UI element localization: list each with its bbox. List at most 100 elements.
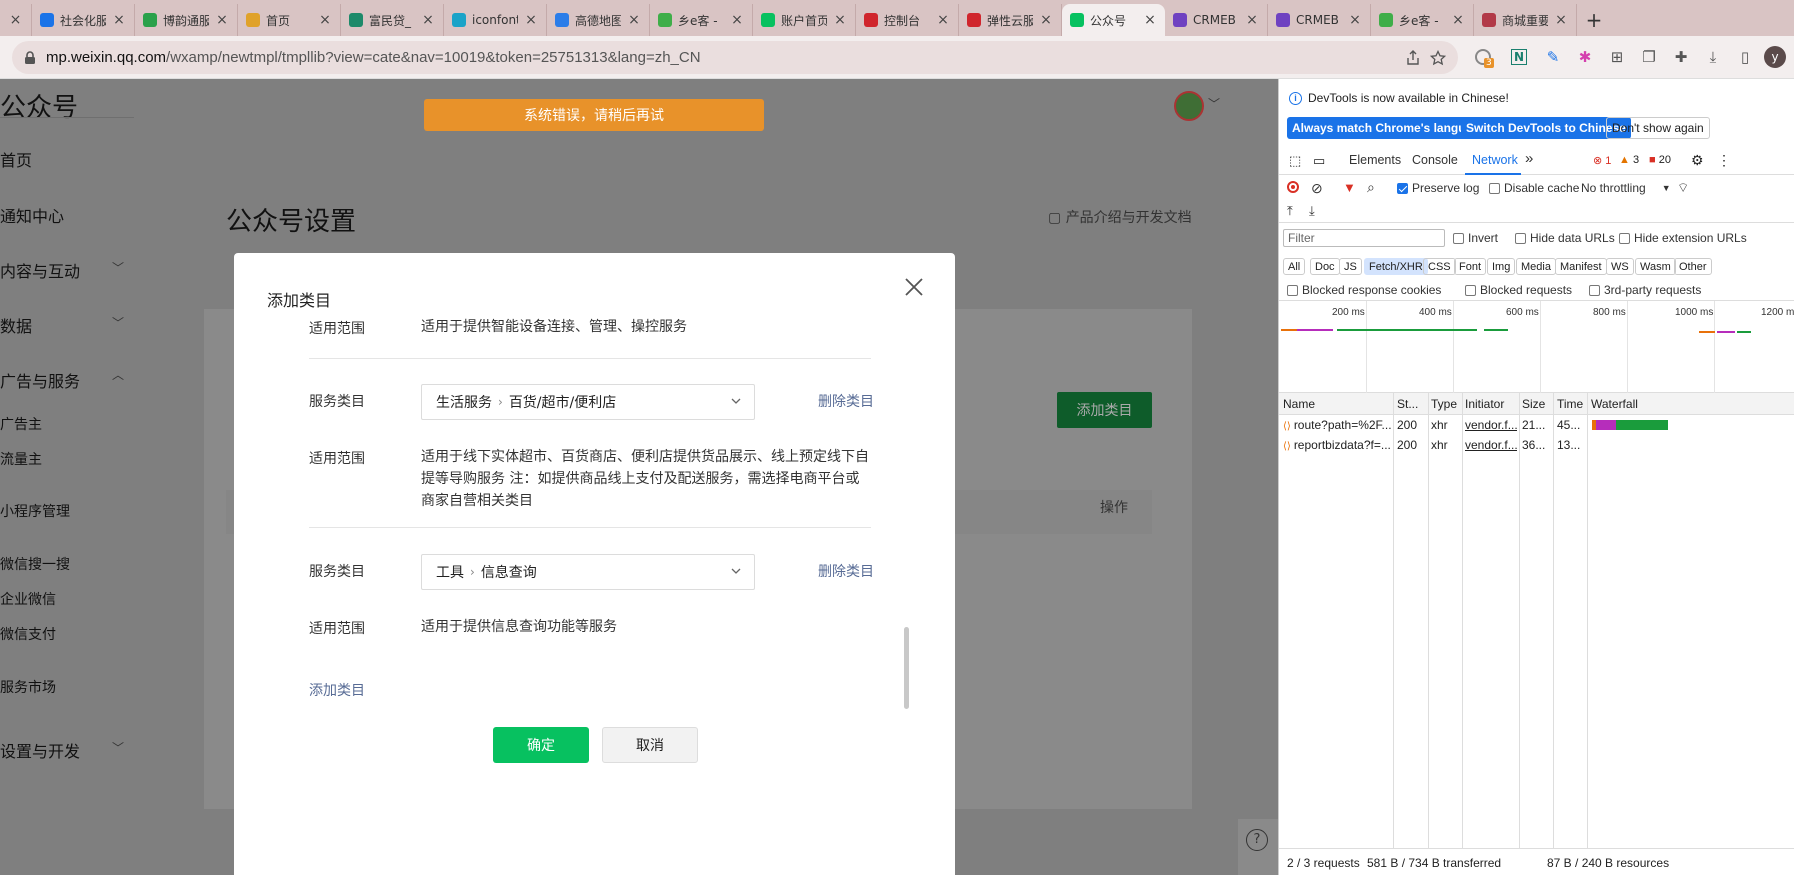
request-name[interactable]: ⟨⟩ route?path=%2F...: [1283, 418, 1391, 432]
chevron-down-icon[interactable]: ﹀: [1208, 95, 1220, 112]
hide-data-urls-toggle[interactable]: Hide data URLs: [1515, 231, 1615, 245]
column-initiator[interactable]: Initiator: [1465, 397, 1521, 411]
type-filter-pill[interactable]: Other: [1674, 258, 1712, 275]
column-status[interactable]: St...: [1397, 397, 1427, 411]
browser-tab[interactable]: 控制台 ×: [856, 4, 959, 36]
invert-checkbox[interactable]: [1453, 232, 1464, 244]
tab-manager-icon[interactable]: ❐: [1638, 46, 1660, 68]
tab-console[interactable]: Console: [1412, 153, 1458, 167]
invert-toggle[interactable]: Invert: [1453, 231, 1498, 245]
cancel-button[interactable]: 取消: [602, 727, 698, 763]
tab-close-icon[interactable]: ×: [627, 12, 641, 28]
browser-tab[interactable]: iconfont ×: [444, 4, 547, 36]
tab-close-icon[interactable]: ×: [1451, 12, 1465, 28]
browser-tab[interactable]: CRMEB ×: [1268, 4, 1371, 36]
doc-link[interactable]: ▢ 产品介绍与开发文档: [1048, 207, 1192, 227]
preserve-log-toggle[interactable]: Preserve log: [1397, 181, 1479, 195]
hide-extension-urls-checkbox[interactable]: [1619, 232, 1630, 244]
add-category-button-bg[interactable]: 添加类目: [1057, 392, 1152, 428]
nav-item-search[interactable]: 微信搜一搜: [0, 554, 70, 574]
type-filter-pill[interactable]: Img: [1487, 258, 1516, 275]
browser-tab[interactable]: 富民贷_ ×: [341, 4, 444, 36]
browser-tab[interactable]: 商城重要 ×: [1474, 4, 1577, 36]
nav-item-publisher[interactable]: 流量主: [0, 449, 42, 469]
hide-data-urls-checkbox[interactable]: [1515, 232, 1526, 244]
nav-item-settings[interactable]: 设置与开发: [0, 738, 80, 762]
network-conditions-icon[interactable]: ⌔: [1677, 180, 1689, 196]
import-har-icon[interactable]: ⤒: [1287, 203, 1293, 219]
tab-close-icon[interactable]: ×: [1348, 12, 1362, 28]
settings-gear-icon[interactable]: ⚙: [1691, 152, 1704, 169]
nav-item-wechat-pay[interactable]: 微信支付: [0, 624, 56, 644]
url-text[interactable]: mp.weixin.qq.com/wxamp/newtmpl/tmpllib?v…: [46, 49, 1396, 66]
nav-item-data[interactable]: 数据: [0, 313, 32, 337]
export-har-icon[interactable]: ⤓: [1309, 203, 1315, 219]
blocked-requests-checkbox[interactable]: [1465, 284, 1476, 296]
tab-close-icon[interactable]: ×: [833, 12, 847, 28]
record-icon[interactable]: [1287, 181, 1299, 193]
tab-close-icon[interactable]: ×: [1143, 12, 1157, 28]
category-select-3[interactable]: 工具 › 信息查询: [421, 554, 755, 590]
nav-item-miniprogram[interactable]: 小程序管理: [0, 501, 70, 521]
translate-extension-icon[interactable]: ⊞: [1606, 46, 1628, 68]
tab-close-icon[interactable]: ×: [215, 12, 229, 28]
blocked-cookies-toggle[interactable]: Blocked response cookies: [1287, 283, 1441, 297]
tab-close-icon[interactable]: ×: [1554, 12, 1568, 28]
nav-item-service-market[interactable]: 服务市场: [0, 677, 56, 697]
browser-tab[interactable]: 高德地图 ×: [547, 4, 650, 36]
account-avatar[interactable]: [1174, 91, 1204, 121]
type-filter-pill[interactable]: Doc: [1310, 258, 1340, 275]
error-count[interactable]: ⊗ 1: [1593, 154, 1611, 167]
type-filter-pill[interactable]: Font: [1454, 258, 1487, 275]
column-waterfall[interactable]: Waterfall: [1591, 397, 1671, 411]
disable-cache-toggle[interactable]: Disable cache: [1489, 181, 1579, 195]
pinwheel-extension-icon[interactable]: ✱: [1574, 46, 1596, 68]
category-select-2[interactable]: 生活服务 › 百货/超市/便利店: [421, 384, 755, 420]
request-initiator[interactable]: vendor.f...: [1465, 418, 1517, 432]
confirm-button[interactable]: 确定: [493, 727, 589, 763]
device-toolbar-icon[interactable]: ▭: [1313, 153, 1325, 169]
browser-tab[interactable]: 乡e客 - ×: [1371, 4, 1474, 36]
table-row[interactable]: ⟨⟩ reportbizdata?f=... 200 xhr vendor.f..…: [1279, 435, 1794, 455]
new-tab-button[interactable]: +: [1577, 4, 1611, 36]
download-icon[interactable]: ⤓: [1702, 46, 1724, 68]
browser-tab[interactable]: 公众号 ×: [1062, 4, 1165, 36]
inspect-element-icon[interactable]: ⬚: [1289, 153, 1301, 169]
browser-tab[interactable]: 首页 ×: [238, 4, 341, 36]
nav-item-notifications[interactable]: 通知中心: [0, 203, 64, 227]
type-filter-pill[interactable]: All: [1283, 258, 1306, 275]
browser-tab[interactable]: 账户首页 ×: [753, 4, 856, 36]
dont-show-again-button[interactable]: Don't show again: [1606, 117, 1710, 139]
disable-cache-checkbox[interactable]: [1489, 182, 1500, 194]
add-category-link[interactable]: 添加类目: [309, 680, 365, 700]
hide-extension-urls-toggle[interactable]: Hide extension URLs: [1619, 231, 1747, 245]
timeline-overview[interactable]: 200 ms 400 ms 600 ms 800 ms 1000 ms 1200…: [1279, 301, 1794, 393]
third-party-toggle[interactable]: 3rd-party requests: [1589, 283, 1701, 297]
share-icon[interactable]: [1406, 49, 1420, 66]
filter-input[interactable]: Filter: [1283, 229, 1445, 247]
tab-close-icon[interactable]: ×: [1245, 12, 1259, 28]
browser-tab[interactable]: 博韵通服 ×: [135, 4, 238, 36]
blocked-cookies-checkbox[interactable]: [1287, 284, 1298, 296]
more-tabs-icon[interactable]: »: [1525, 150, 1533, 167]
tab-close-icon[interactable]: ×: [936, 12, 950, 28]
type-filter-pill[interactable]: Wasm: [1635, 258, 1676, 275]
type-filter-pill[interactable]: WS: [1606, 258, 1634, 275]
tab-elements[interactable]: Elements: [1349, 153, 1401, 167]
browser-tab[interactable]: 弹性云服 ×: [959, 4, 1062, 36]
nav-item-content[interactable]: 内容与互动: [0, 258, 80, 282]
bookmark-star-icon[interactable]: [1430, 49, 1446, 66]
clear-icon[interactable]: ⊘: [1311, 180, 1323, 197]
tab-close-icon[interactable]: ×: [1039, 12, 1053, 28]
column-name[interactable]: Name: [1283, 397, 1391, 411]
tab-close-icon[interactable]: ×: [730, 12, 744, 28]
close-icon[interactable]: [902, 275, 926, 299]
tab-close-icon[interactable]: ×: [524, 12, 538, 28]
search-icon[interactable]: ⌕: [1367, 179, 1375, 196]
extensions-puzzle-icon[interactable]: ✚: [1670, 46, 1692, 68]
tab-close-icon[interactable]: ×: [421, 12, 435, 28]
modal-scrollbar[interactable]: [904, 627, 909, 709]
column-size[interactable]: Size: [1522, 397, 1550, 411]
profile-avatar[interactable]: y: [1764, 46, 1786, 68]
nav-item-work-wechat[interactable]: 企业微信: [0, 589, 56, 609]
